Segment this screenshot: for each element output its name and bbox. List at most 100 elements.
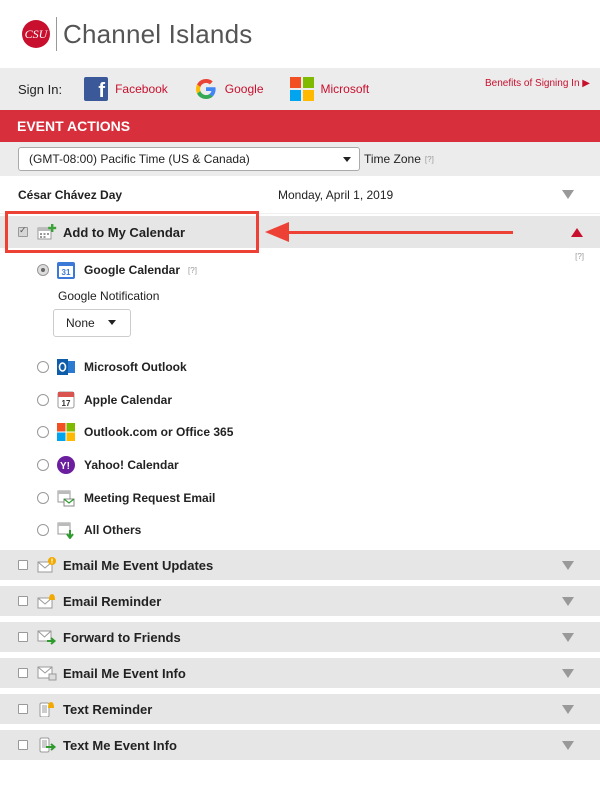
timezone-value: (GMT-08:00) Pacific Time (US & Canada) <box>29 152 250 166</box>
action-label: Text Reminder <box>63 701 153 717</box>
google-calendar-help-icon[interactable]: [?] <box>188 266 197 275</box>
expand-toggle-icon[interactable] <box>562 668 574 678</box>
action-email-event-info[interactable]: Email Me Event Info <box>0 658 600 688</box>
expand-toggle-icon[interactable] <box>562 632 574 642</box>
event-actions-header: EVENT ACTIONS <box>0 110 600 142</box>
action-label: Email Me Event Updates <box>63 557 214 573</box>
event-date: Monday, April 1, 2019 <box>278 187 394 202</box>
svg-text:Y!: Y! <box>60 461 70 472</box>
action-label: Email Reminder <box>63 593 162 609</box>
all-others-radio[interactable] <box>37 524 49 537</box>
action-label: Forward to Friends <box>63 629 181 645</box>
logo-text[interactable]: Channel Islands <box>63 19 252 50</box>
csu-logo-icon[interactable]: CSU <box>22 20 50 48</box>
timezone-row: (GMT-08:00) Pacific Time (US & Canada) T… <box>0 142 600 176</box>
facebook-signin[interactable]: f Facebook <box>84 77 168 102</box>
phone-bell-icon <box>39 702 54 717</box>
expand-toggle-icon[interactable] <box>562 560 574 570</box>
signin-bar: Sign In: f Facebook Google Microsoft Ben… <box>0 68 600 110</box>
option-label: Yahoo! Calendar <box>84 458 179 473</box>
svg-text:17: 17 <box>62 399 71 408</box>
logo-divider <box>56 17 57 51</box>
option-label: Apple Calendar <box>84 392 173 407</box>
google-icon <box>195 79 216 99</box>
office365-icon <box>57 423 75 442</box>
action-checkbox[interactable] <box>18 596 28 606</box>
option-microsoft-outlook[interactable]: Microsoft Outlook <box>0 351 600 384</box>
action-checkbox[interactable] <box>18 560 28 570</box>
option-all-others[interactable]: All Others <box>0 514 600 547</box>
calendar-help-icon[interactable]: [?] <box>575 252 584 261</box>
option-yahoo-calendar[interactable]: Y! Yahoo! Calendar <box>0 449 600 482</box>
action-checkbox[interactable] <box>18 668 28 678</box>
annotation-arrow-line <box>287 231 513 234</box>
action-forward-to-friends[interactable]: Forward to Friends <box>0 622 600 652</box>
microsoft-signin[interactable]: Microsoft <box>289 77 370 101</box>
phone-forward-icon <box>39 737 57 753</box>
action-checkbox[interactable] <box>18 632 28 642</box>
email-forward-icon <box>37 630 57 645</box>
option-meeting-request-email[interactable]: Meeting Request Email <box>0 481 600 514</box>
microsoft-label: Microsoft <box>320 82 370 96</box>
google-label: Google <box>224 82 264 96</box>
action-text-reminder[interactable]: Text Reminder <box>0 694 600 724</box>
option-label: Meeting Request Email <box>84 490 216 505</box>
yahoo-icon: Y! <box>57 456 75 475</box>
email-alert-icon <box>37 557 56 573</box>
option-label: All Others <box>84 523 142 538</box>
action-checkbox[interactable] <box>18 740 28 750</box>
google-notification-select[interactable]: None <box>53 308 131 337</box>
option-apple-calendar[interactable]: 17 Apple Calendar <box>0 383 600 416</box>
option-label: Google Calendar <box>84 263 181 278</box>
event-actions-list: Email Me Event Updates Email Reminder Fo… <box>0 550 600 760</box>
timezone-help-icon[interactable]: [?] <box>425 155 434 164</box>
calendar-download-icon <box>57 522 74 540</box>
event-row[interactable]: César Chávez Day Monday, April 1, 2019 <box>0 176 600 214</box>
google-calendar-radio[interactable] <box>37 264 49 277</box>
apple-calendar-radio[interactable] <box>37 393 49 406</box>
timezone-select[interactable]: (GMT-08:00) Pacific Time (US & Canada) <box>18 147 360 171</box>
chevron-down-icon <box>108 320 116 326</box>
microsoft-outlook-radio[interactable] <box>37 361 49 374</box>
expand-toggle-icon[interactable] <box>562 704 574 714</box>
annotation-highlight-box <box>5 211 259 253</box>
apple-calendar-icon: 17 <box>57 391 75 409</box>
option-label: Outlook.com or Office 365 <box>84 425 234 440</box>
event-name: César Chávez Day <box>18 187 123 202</box>
annotation-arrow-head <box>265 222 289 242</box>
logo-mark: CSU <box>24 26 48 41</box>
action-email-event-updates[interactable]: Email Me Event Updates <box>0 550 600 580</box>
email-info-icon <box>37 666 57 681</box>
meeting-request-radio[interactable] <box>37 491 49 504</box>
google-signin[interactable]: Google <box>194 77 264 101</box>
option-label: Microsoft Outlook <box>84 360 187 375</box>
facebook-label: Facebook <box>115 82 168 96</box>
expand-toggle-icon[interactable] <box>562 740 574 750</box>
action-text-event-info[interactable]: Text Me Event Info <box>0 730 600 760</box>
facebook-icon: f <box>84 77 109 102</box>
yahoo-calendar-radio[interactable] <box>37 459 49 472</box>
chevron-down-icon <box>343 156 351 162</box>
collapse-toggle-icon[interactable] <box>562 190 574 199</box>
action-email-reminder[interactable]: Email Reminder <box>0 586 600 616</box>
google-notification-value: None <box>66 315 95 330</box>
expand-toggle-icon[interactable] <box>562 596 574 606</box>
action-label: Email Me Event Info <box>63 665 186 681</box>
google-notification: Google Notification None <box>0 289 600 347</box>
outlook-icon <box>57 359 75 376</box>
option-office365[interactable]: Outlook.com or Office 365 <box>0 416 600 449</box>
expand-toggle-icon[interactable] <box>571 227 583 237</box>
svg-text:31: 31 <box>62 268 71 277</box>
email-bell-icon <box>37 594 55 609</box>
site-header: CSU Channel Islands <box>0 0 600 68</box>
calendar-options: [?] 31 Google Calendar [?] Google Notifi… <box>0 248 600 550</box>
action-checkbox[interactable] <box>18 704 28 714</box>
timezone-label: Time Zone <box>364 152 421 166</box>
meeting-request-icon <box>57 490 75 507</box>
office365-radio[interactable] <box>37 426 49 439</box>
option-google-calendar[interactable]: 31 Google Calendar [?] <box>0 254 600 287</box>
benefits-link[interactable]: Benefits of Signing In ▶ <box>485 78 590 89</box>
microsoft-icon <box>289 77 314 101</box>
action-label: Text Me Event Info <box>63 737 177 753</box>
google-notification-label: Google Notification <box>58 288 160 303</box>
